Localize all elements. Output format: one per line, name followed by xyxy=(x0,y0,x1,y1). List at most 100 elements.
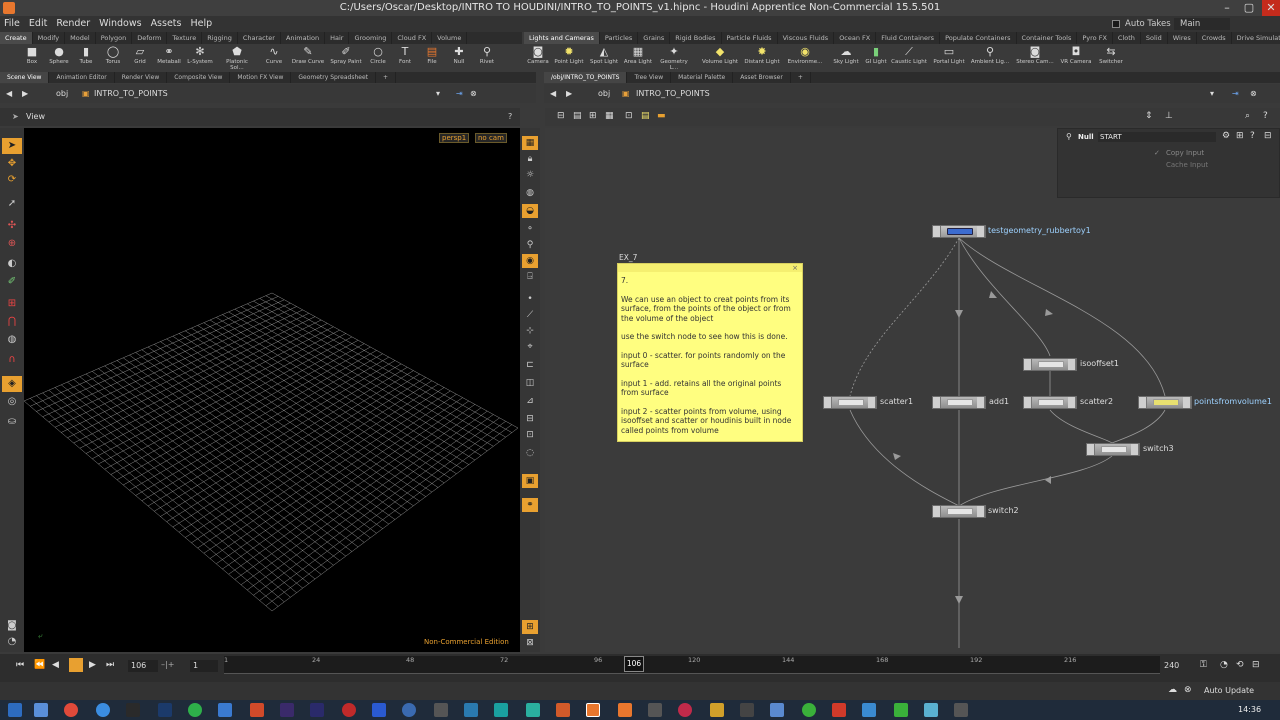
tool-point-light[interactable]: ✹ Point Light xyxy=(552,44,586,70)
forward-arrow-icon-right[interactable]: ▶ xyxy=(566,84,572,103)
tool-curve[interactable]: ∿ Curve xyxy=(260,44,288,70)
tool-sky-light[interactable]: ☁ Sky Light xyxy=(830,44,862,70)
stop-button[interactable] xyxy=(69,658,83,672)
node-switch3[interactable] xyxy=(1086,443,1140,456)
app-icon-8[interactable] xyxy=(434,703,448,717)
app-icon-18[interactable] xyxy=(770,703,784,717)
param-node-name-field[interactable]: START xyxy=(1098,132,1216,142)
shelf-tab-create[interactable]: Create xyxy=(0,32,33,44)
app-icon-17[interactable] xyxy=(740,703,754,717)
tool-torus[interactable]: ◯ Torus xyxy=(99,44,127,70)
grid-mode-icon[interactable]: ⊞ xyxy=(589,111,597,121)
app-icon-14[interactable] xyxy=(648,703,662,717)
menu-edit[interactable]: Edit xyxy=(25,18,52,29)
maximize-icon[interactable]: ▢ xyxy=(1240,0,1258,16)
tool-platonic[interactable]: ⬟ Platonic Sol... xyxy=(220,44,254,72)
tool-rivet[interactable]: ⚲ Rivet xyxy=(473,44,501,70)
sticky-header[interactable] xyxy=(618,264,802,272)
paint-icon[interactable]: ◍ xyxy=(2,332,22,348)
tool-area-light[interactable]: ▦ Area Light xyxy=(622,44,654,70)
layout-icon[interactable]: ▤ xyxy=(573,111,582,121)
tab-network-editor[interactable]: /obj/INTRO_TO_POINTS xyxy=(544,72,628,83)
start-icon[interactable] xyxy=(8,703,22,717)
tool-spray-paint[interactable]: ✐ Spray Paint xyxy=(329,44,363,70)
shelf-tab-pyro[interactable]: Pyro FX xyxy=(1077,32,1113,44)
shade-icon[interactable]: ◍ xyxy=(522,186,538,200)
tool-draw-curve[interactable]: ✎ Draw Curve xyxy=(290,44,326,70)
shelf-tab-grains[interactable]: Grains xyxy=(638,32,671,44)
display-option-icon[interactable]: ▦ xyxy=(522,136,538,150)
tool-sphere[interactable]: ● Sphere xyxy=(45,44,73,70)
app-icon-10[interactable] xyxy=(494,703,508,717)
shelf-tab-container-tools[interactable]: Container Tools xyxy=(1017,32,1078,44)
node-scatter1[interactable] xyxy=(823,396,877,409)
snapshot-icon[interactable]: ▣ xyxy=(522,474,538,488)
minimize-icon[interactable]: – xyxy=(1218,0,1236,16)
chrome-icon[interactable] xyxy=(64,703,78,717)
lock-icon[interactable]: ◔ xyxy=(2,634,22,650)
tool-file[interactable]: ▤ File xyxy=(418,44,446,70)
app-icon-24[interactable] xyxy=(954,703,968,717)
move-tool-icon[interactable]: ✥ xyxy=(2,156,22,172)
tool-stereo-camera[interactable]: ◙ Stereo Cam... xyxy=(1016,44,1054,70)
scale-tool-icon[interactable]: ⊕ xyxy=(2,236,22,252)
shelf-tab-particle-fluids[interactable]: Particle Fluids xyxy=(722,32,778,44)
auto-update-selector[interactable]: Auto Update xyxy=(1204,686,1254,695)
current-frame-field[interactable]: 106 xyxy=(128,660,158,672)
range-icon[interactable]: ⊟ xyxy=(1252,660,1260,670)
node-isooffset[interactable] xyxy=(1023,358,1077,371)
flag-icon[interactable]: ⇕ xyxy=(1145,111,1153,121)
network-box-icon[interactable]: ⊡ xyxy=(625,111,633,121)
tool-ambient-light[interactable]: ⚲ Ambient Lig... xyxy=(970,44,1010,70)
node-add1[interactable] xyxy=(932,396,986,409)
app-icon-16[interactable] xyxy=(710,703,724,717)
camera-bottom-icon[interactable]: ◙ xyxy=(2,618,22,634)
app-icon-21[interactable] xyxy=(862,703,876,717)
add-tab-button[interactable]: + xyxy=(376,72,397,83)
abc-icon[interactable]: ◌ xyxy=(522,446,538,460)
forward-arrow-icon[interactable]: ▶ xyxy=(22,84,28,103)
shelf-tab-cloudfx[interactable]: Cloud FX xyxy=(392,32,433,44)
node-scatter2[interactable] xyxy=(1023,396,1077,409)
link-icon[interactable]: ⊗ xyxy=(470,84,477,103)
shelf-tab-particles[interactable]: Particles xyxy=(600,32,639,44)
shelf-tab-hair[interactable]: Hair xyxy=(325,32,350,44)
shelf-tab-rigid[interactable]: Rigid Bodies xyxy=(670,32,722,44)
shelf-tab-volume[interactable]: Volume xyxy=(432,32,468,44)
path-node[interactable]: INTRO_TO_POINTS xyxy=(94,84,168,103)
shelf-tab-texture[interactable]: Texture xyxy=(167,32,203,44)
shelf-tab-lights[interactable]: Lights and Cameras xyxy=(524,32,600,44)
key-icon[interactable]: ⚿ xyxy=(1200,660,1207,670)
list-mode-icon[interactable]: ⊟ xyxy=(557,111,565,121)
app-icon-13[interactable] xyxy=(618,703,632,717)
tool-volume-light[interactable]: ◆ Volume Light xyxy=(702,44,738,70)
tab-geometry-spreadsheet[interactable]: Geometry Spreadsheet xyxy=(291,72,376,83)
frame-step-icons[interactable]: –|+ xyxy=(161,660,174,669)
path-node-right[interactable]: INTRO_TO_POINTS xyxy=(636,84,710,103)
grid-display-icon[interactable]: ⊞ xyxy=(522,620,538,634)
update-mode-icon[interactable]: ☁ xyxy=(1168,685,1177,695)
desktop-selector[interactable]: Main xyxy=(1174,18,1230,30)
tool-geometry-light[interactable]: ✦ Geometry L... xyxy=(656,44,692,72)
start-frame-field[interactable]: 1 xyxy=(190,660,218,672)
back-arrow-icon-right[interactable]: ◀ xyxy=(550,84,556,103)
flag-icon-param[interactable]: ⊞ xyxy=(1236,131,1244,141)
hull-icon[interactable]: ⊏ xyxy=(522,358,538,372)
uv-icon[interactable]: ⊡ xyxy=(522,428,538,442)
shelf-tab-populate[interactable]: Populate Containers xyxy=(940,32,1017,44)
shelf-tab-model[interactable]: Model xyxy=(65,32,96,44)
help-icon-right[interactable]: ? xyxy=(1263,111,1268,121)
pose-tool-icon[interactable]: ➚ xyxy=(2,196,22,212)
render-region-icon[interactable]: ◈ xyxy=(2,376,22,392)
shelf-tab-rigging[interactable]: Rigging xyxy=(202,32,238,44)
ghost-icon[interactable]: ◉ xyxy=(522,254,538,268)
app-icon-5[interactable] xyxy=(342,703,356,717)
tool-circle[interactable]: ○ Circle xyxy=(364,44,392,70)
dot-icon[interactable]: • xyxy=(522,292,538,306)
photoshop-icon[interactable] xyxy=(158,703,172,717)
shelf-tab-viscous[interactable]: Viscous Fluids xyxy=(778,32,835,44)
tool-portal-light[interactable]: ▭ Portal Light xyxy=(932,44,966,70)
handle-tool-icon[interactable]: ✣ xyxy=(2,218,22,234)
pin-icon-right[interactable]: ⇥ xyxy=(1232,84,1239,103)
lasso-icon[interactable]: ∩ xyxy=(2,352,22,368)
